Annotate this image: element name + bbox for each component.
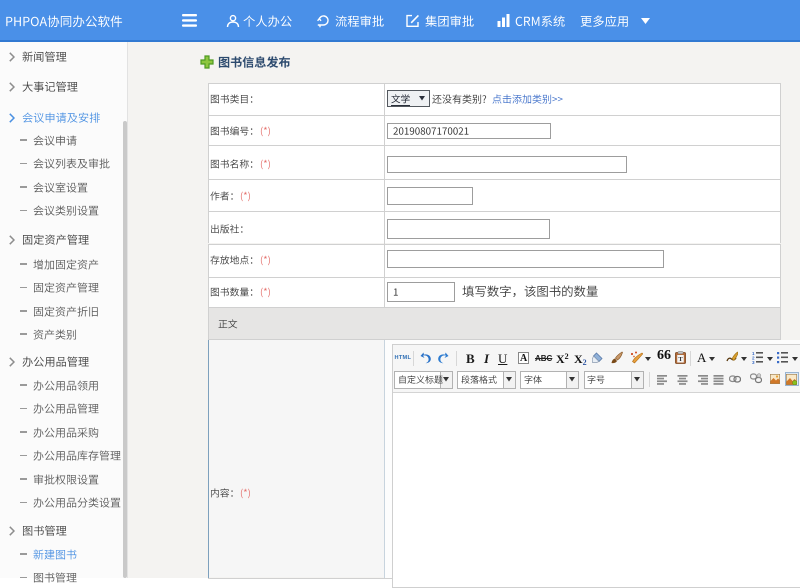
svg-text:T: T bbox=[678, 356, 683, 363]
svg-text:3: 3 bbox=[752, 360, 755, 364]
